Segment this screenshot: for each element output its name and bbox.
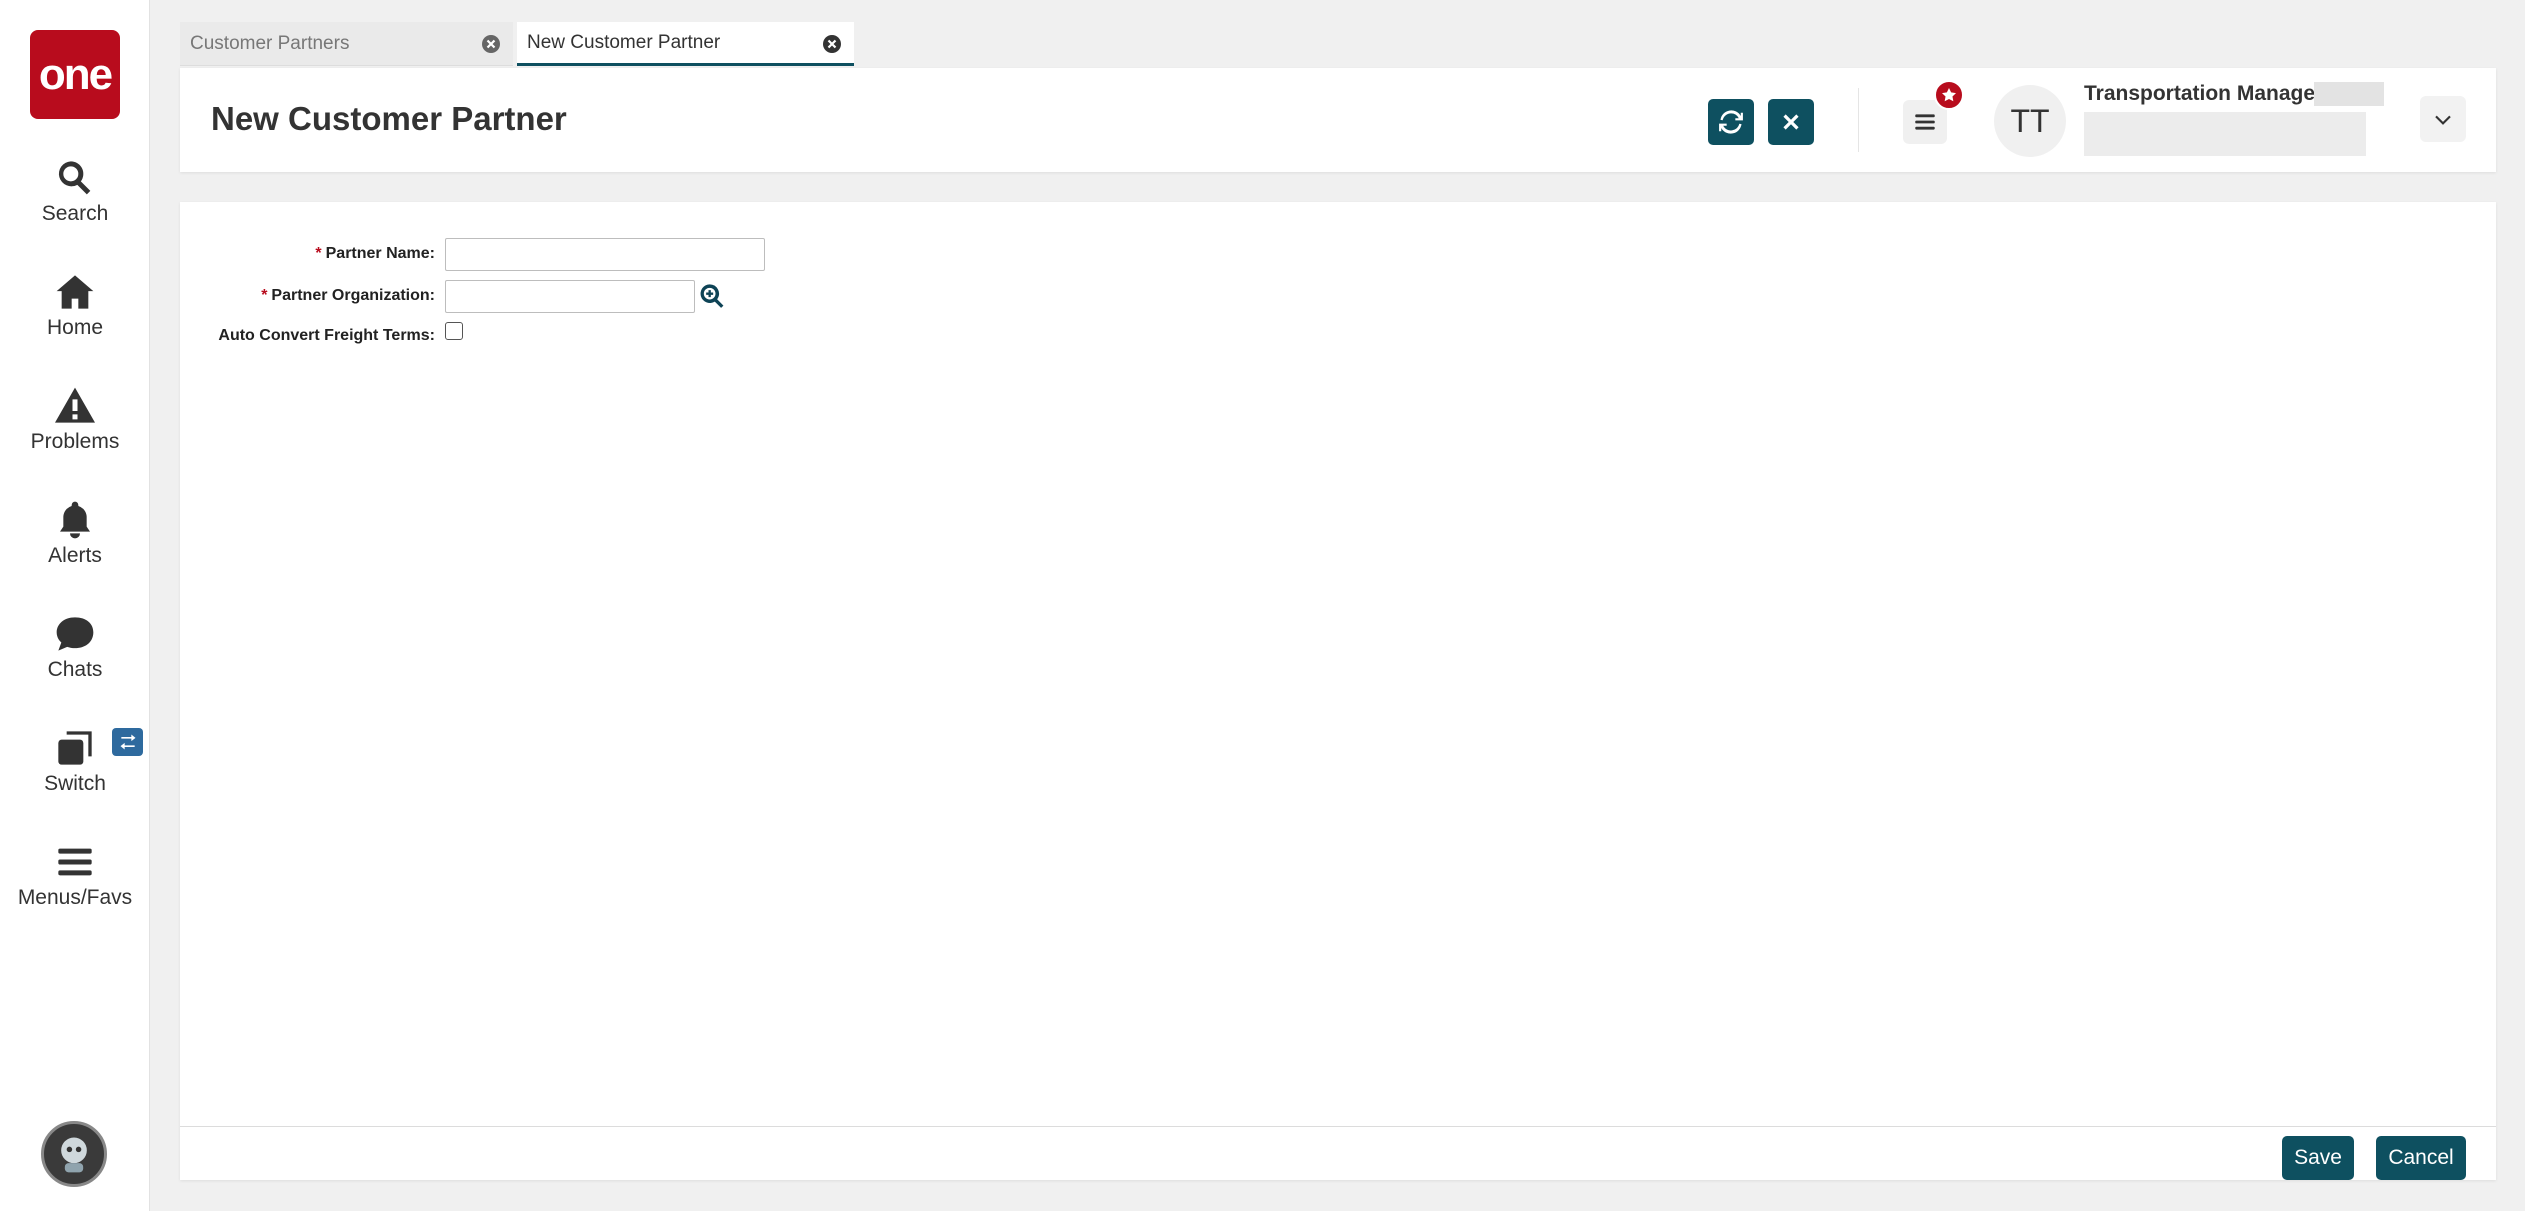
assistant-avatar[interactable] [41, 1121, 107, 1187]
tab-label: New Customer Partner [527, 31, 721, 53]
refresh-button[interactable] [1708, 99, 1754, 145]
sidebar-item-label: Menus/Favs [17, 886, 133, 909]
required-marker: * [315, 245, 322, 262]
auto-convert-label: Auto Convert Freight Terms: [180, 327, 435, 347]
close-button[interactable] [1768, 99, 1814, 145]
sidebar-item-label: Home [46, 316, 104, 339]
sidebar-item-menus[interactable]: Menus/Favs [0, 842, 150, 932]
app-logo[interactable]: one [30, 30, 120, 119]
partner-org-lookup-button[interactable] [698, 282, 726, 310]
swap-arrows-icon [120, 734, 135, 750]
label-text: Auto Convert Freight Terms: [218, 327, 435, 344]
chevron-down-icon [2435, 115, 2451, 125]
sidebar-item-switch[interactable]: Switch [0, 728, 150, 818]
header-divider [1858, 88, 1859, 152]
save-button[interactable]: Save [2282, 1136, 2354, 1180]
refresh-icon [1719, 110, 1743, 134]
sidebar-item-home[interactable]: Home [0, 272, 150, 362]
sidebar-item-label: Alerts [48, 544, 102, 567]
redacted-text [2084, 112, 2366, 156]
label-text: Partner Name: [325, 245, 435, 262]
favorites-badge[interactable] [1934, 80, 1964, 110]
user-avatar[interactable]: TT [1994, 85, 2066, 157]
sidebar-item-label: Search [41, 202, 109, 225]
label-text: Partner Organization: [271, 287, 435, 304]
cancel-button[interactable]: Cancel [2376, 1136, 2466, 1180]
bell-icon [60, 501, 90, 539]
tab-new-customer-partner[interactable]: New Customer Partner [517, 22, 854, 66]
star-icon [1942, 88, 1956, 102]
switch-badge[interactable] [112, 728, 143, 756]
zoom-search-icon [700, 284, 724, 308]
robot-icon [61, 1137, 87, 1173]
user-dropdown-button[interactable] [2420, 96, 2466, 142]
tab-customer-partners[interactable]: Customer Partners [180, 22, 513, 66]
list-menu-icon [1915, 114, 1935, 130]
partner-name-label: * Partner Name: [180, 245, 435, 265]
hamburger-icon [58, 848, 92, 876]
sidebar-item-alerts[interactable]: Alerts [0, 500, 150, 590]
close-icon [1783, 114, 1799, 130]
sidebar-item-label: Problems [30, 430, 120, 453]
tab-label: Customer Partners [190, 32, 350, 54]
main-panel: * Partner Name: * Partner Organization: Au… [180, 202, 2496, 1180]
partner-org-input[interactable] [445, 280, 695, 313]
sidebar-item-label: Switch [44, 772, 106, 795]
redacted-text [2314, 82, 2384, 106]
partner-org-label: * Partner Organization: [180, 287, 435, 307]
search-icon [58, 161, 91, 195]
sidebar-item-label: Chats [47, 658, 103, 681]
sidebar-item-chats[interactable]: Chats [0, 614, 150, 704]
user-role: Transportation Manager [2084, 82, 2324, 105]
footer-divider [180, 1126, 2496, 1127]
partner-name-input[interactable] [445, 238, 765, 271]
warning-icon [55, 387, 95, 423]
page-header: New Customer Partner TT Transportation M… [180, 68, 2496, 172]
close-circle-icon[interactable] [481, 34, 501, 54]
auto-convert-checkbox[interactable] [445, 322, 463, 340]
sidebar-item-problems[interactable]: Problems [0, 386, 150, 476]
home-icon [56, 275, 94, 309]
close-circle-icon[interactable] [822, 34, 842, 54]
sidebar: one Search Home Problems Alerts Chats Sw… [0, 0, 150, 1211]
switch-icon [58, 731, 92, 765]
chat-icon [56, 617, 94, 651]
sidebar-item-search[interactable]: Search [0, 158, 150, 248]
logo-text: one [38, 49, 113, 99]
required-marker: * [261, 287, 268, 304]
page-title: New Customer Partner [211, 100, 567, 137]
